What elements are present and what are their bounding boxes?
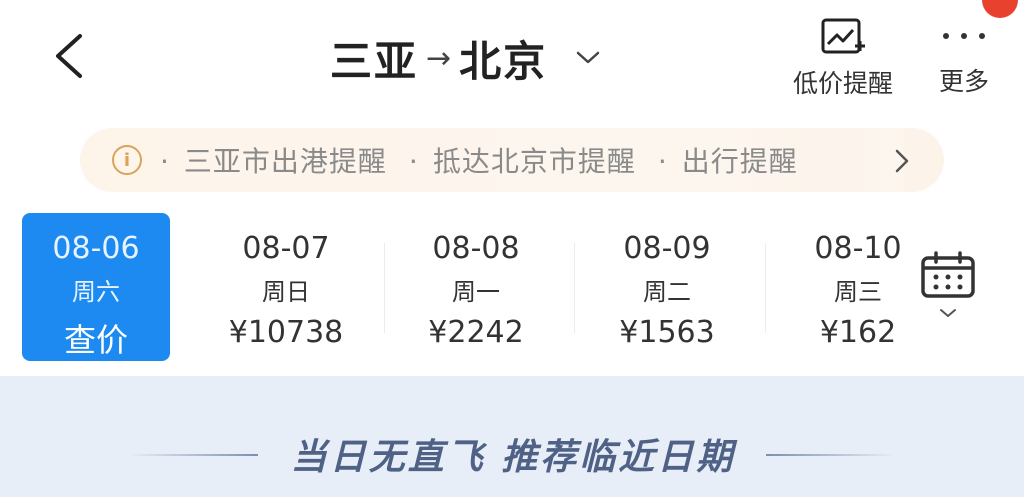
notice-item-departure[interactable]: 三亚市出港提醒 — [160, 140, 387, 180]
travel-notice-bar[interactable]: i 三亚市出港提醒 抵达北京市提醒 出行提醒 — [80, 128, 944, 192]
date-label: 08-08 — [432, 231, 520, 266]
more-dots-icon — [943, 16, 985, 56]
chevron-down-icon — [576, 51, 600, 64]
price-label: ¥1563 — [619, 315, 715, 350]
check-price-label: 查价 — [63, 321, 128, 359]
divider — [384, 243, 385, 333]
weekday-label: 周日 — [262, 278, 310, 306]
decorative-line-left — [128, 454, 258, 456]
weekday-label: 周三 — [834, 278, 882, 306]
date-label: 08-10 — [814, 231, 902, 266]
notice-item-travel[interactable]: 出行提醒 — [658, 140, 798, 180]
weekday-label: 周二 — [643, 278, 691, 306]
price-label: ¥2242 — [428, 315, 524, 350]
more-button[interactable]: 更多 — [928, 16, 1000, 106]
date-item[interactable]: 08-10 周三 ¥162 — [784, 213, 902, 361]
chevron-right-icon[interactable] — [894, 148, 910, 174]
weekday-label: 周一 — [452, 278, 500, 306]
chevron-left-icon — [56, 34, 82, 78]
date-label: 08-06 — [52, 231, 140, 266]
price-chart-plus-icon — [821, 18, 865, 54]
back-button[interactable] — [40, 26, 100, 86]
date-item[interactable]: 08-09 周二 ¥1563 — [593, 213, 741, 361]
price-alert-button[interactable]: 低价提醒 — [780, 16, 906, 106]
more-label: 更多 — [938, 67, 989, 96]
recommendation-title: 当日无直飞 推荐临近日期 — [290, 437, 736, 478]
destination-city: 北京 — [459, 36, 548, 86]
notice-item-arrival[interactable]: 抵达北京市提醒 — [409, 140, 636, 180]
route-title[interactable]: 三亚 → 北京 — [330, 28, 601, 88]
date-selector: 08-06 周六 查价 08-07 周日 ¥10738 08-08 周一 ¥22… — [22, 213, 902, 363]
date-item[interactable]: 08-06 周六 查价 — [22, 213, 170, 361]
origin-city: 三亚 — [330, 36, 419, 86]
price-label: ¥162 — [819, 315, 897, 350]
date-item[interactable]: 08-08 周一 ¥2242 — [402, 213, 550, 361]
info-icon: i — [112, 145, 142, 175]
decorative-line-right — [766, 454, 896, 456]
date-label: 08-07 — [242, 231, 330, 266]
calendar-button[interactable] — [918, 250, 982, 330]
notice-items: 三亚市出港提醒 抵达北京市提醒 出行提醒 — [160, 140, 798, 180]
price-label: ¥10738 — [228, 315, 344, 350]
date-label: 08-09 — [623, 231, 711, 266]
price-alert-label: 低价提醒 — [792, 69, 893, 98]
calendar-icon — [921, 251, 975, 298]
weekday-label: 周六 — [72, 278, 120, 306]
chevron-down-icon — [940, 309, 956, 317]
divider — [765, 243, 766, 333]
route-arrow: → — [426, 40, 452, 76]
date-item[interactable]: 08-07 周日 ¥10738 — [212, 213, 360, 361]
divider — [574, 243, 575, 333]
